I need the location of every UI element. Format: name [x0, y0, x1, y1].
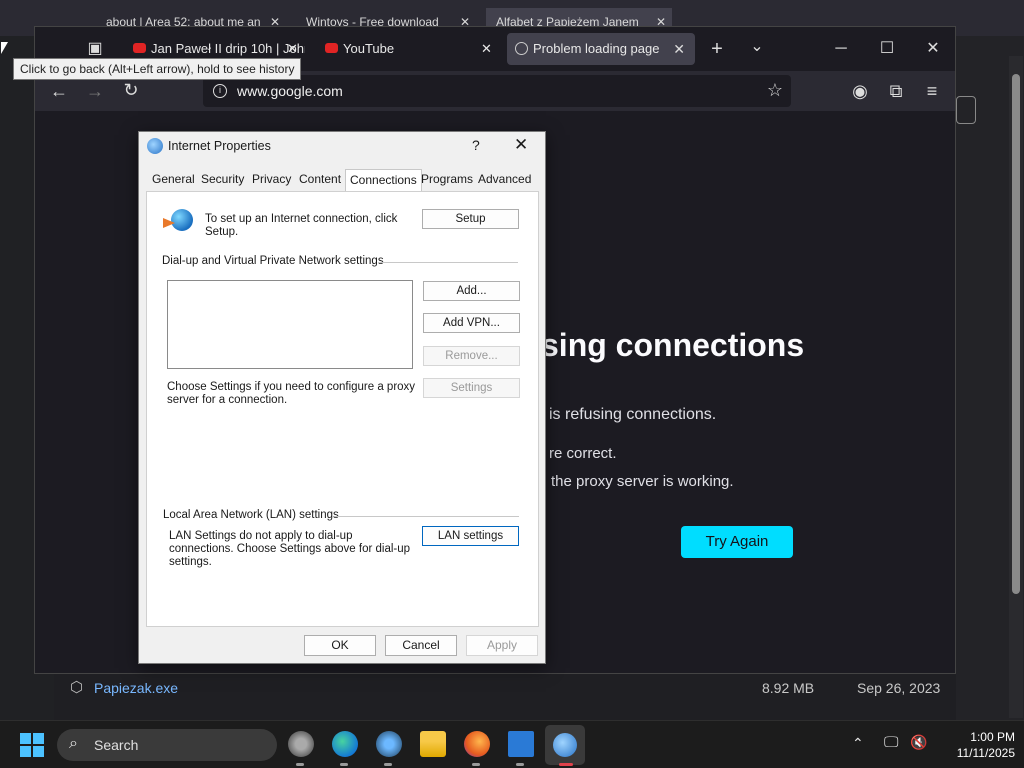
error-hint-1: re correct. [549, 445, 617, 462]
info-icon [515, 42, 528, 55]
tab-programs[interactable]: Programs [421, 172, 473, 186]
tab-close-icon[interactable]: ✕ [481, 33, 492, 65]
maximize-button[interactable]: ☐ [877, 39, 897, 59]
tab-close-icon[interactable]: ✕ [673, 33, 685, 65]
ok-button[interactable]: OK [304, 635, 376, 656]
search-icon: ⌕ [69, 735, 78, 752]
back-arrow-icon[interactable]: ← [49, 81, 69, 101]
download-file-date: Sep 26, 2023 [857, 680, 941, 696]
connections-listbox[interactable] [167, 280, 413, 369]
taskbar: ⌕ Search ⌃ 🖵 🔇 1:00 PM 11/11/2025 [0, 720, 1024, 768]
system-clock[interactable]: 1:00 PM 11/11/2025 [945, 729, 1015, 761]
globe-connection-icon [163, 209, 193, 235]
setup-description: To set up an Internet connection, click … [205, 213, 398, 238]
mouse-cursor-icon [1, 42, 8, 54]
tab-problem-loading[interactable]: Problem loading page ✕ [507, 33, 695, 65]
settings-gear-icon[interactable] [288, 731, 314, 757]
running-indicator [516, 763, 524, 766]
tab-content[interactable]: Content [299, 172, 341, 186]
bookmark-star-icon[interactable]: ☆ [767, 80, 783, 101]
package-icon: ⬡ [70, 679, 84, 696]
settings-button[interactable]: Settings [423, 378, 520, 398]
try-again-button[interactable]: Try Again [681, 526, 793, 558]
account-icon[interactable]: ◉ [849, 81, 871, 101]
page-scrollbar[interactable] [1009, 56, 1023, 718]
tab-list-button[interactable]: ⌄ [747, 37, 767, 57]
control-panel-icon[interactable] [376, 731, 402, 757]
dialog-title: Internet Properties [168, 139, 271, 153]
extensions-icon[interactable]: ⧉ [885, 81, 907, 101]
section-divider [335, 516, 519, 517]
site-info-icon[interactable]: i [213, 84, 227, 98]
back-button-tooltip: Click to go back (Alt+Left arrow), hold … [13, 58, 302, 80]
tab-label: Jan Paweł II drip 10h | John [151, 41, 305, 56]
running-indicator [340, 763, 348, 766]
download-row[interactable]: ⬡ Papiezak.exe 8.92 MB Sep 26, 2023 [54, 675, 954, 703]
tab-label: YouTube [343, 41, 395, 56]
internet-options-icon [147, 138, 163, 154]
add-button[interactable]: Add... [423, 281, 520, 301]
forward-arrow-icon[interactable]: → [85, 81, 105, 101]
menu-icon[interactable]: ≡ [921, 81, 943, 101]
firefox-icon[interactable] [464, 731, 490, 757]
error-hint-2: the proxy server is working. [551, 473, 734, 490]
lan-section-label: Local Area Network (LAN) settings [163, 509, 339, 521]
youtube-icon [325, 43, 338, 53]
lan-description: LAN Settings do not apply to dial-up con… [169, 530, 411, 568]
tab-label: Problem loading page [533, 41, 660, 56]
remove-button[interactable]: Remove... [423, 346, 520, 366]
reload-icon[interactable]: ↻ [121, 80, 141, 100]
clock-time: 1:00 PM [970, 730, 1015, 744]
setup-button[interactable]: Setup [422, 209, 519, 229]
scrollbar-thumb[interactable] [1012, 74, 1020, 594]
running-indicator [472, 763, 480, 766]
connections-panel: To set up an Internet connection, click … [146, 191, 539, 627]
download-file-name[interactable]: Papiezak.exe [94, 680, 178, 696]
tab-youtube[interactable]: YouTube [317, 33, 487, 65]
dialog-tabs: General Security Privacy Content Connect… [146, 169, 539, 192]
youtube-icon [133, 43, 146, 53]
running-indicator [384, 763, 392, 766]
add-vpn-button[interactable]: Add VPN... [423, 313, 520, 333]
cancel-button[interactable]: Cancel [385, 635, 457, 656]
dialog-close-button[interactable]: ✕ [514, 135, 528, 155]
tab-privacy[interactable]: Privacy [252, 172, 291, 186]
minimize-button[interactable]: ─ [831, 39, 851, 59]
proxy-description: Choose Settings if you need to configure… [167, 381, 416, 406]
lan-settings-button[interactable]: LAN settings [422, 526, 519, 546]
internet-options-taskbar-button[interactable] [545, 725, 585, 765]
internet-properties-dialog: Internet Properties ? ✕ General Security… [138, 131, 546, 664]
download-file-size: 8.92 MB [762, 680, 815, 696]
tab-overview-icon[interactable]: ▣ [85, 39, 105, 59]
dialup-section-label: Dial-up and Virtual Private Network sett… [162, 255, 384, 267]
volume-muted-icon[interactable]: 🔇 [910, 734, 927, 751]
error-title: sing connections [541, 327, 805, 363]
internet-options-icon [553, 733, 577, 757]
network-icon[interactable]: 🖵 [884, 734, 898, 751]
close-window-button[interactable]: ✕ [923, 39, 943, 59]
tab-advanced[interactable]: Advanced [478, 172, 531, 186]
help-button[interactable]: ? [472, 137, 480, 153]
search-label: Search [94, 737, 139, 753]
start-button[interactable] [20, 733, 44, 757]
clock-date: 11/11/2025 [956, 746, 1015, 760]
apply-button[interactable]: Apply [466, 635, 538, 656]
tab-general[interactable]: General [152, 172, 195, 186]
background-download-list: ⬡ Papiezak.exe 8.92 MB Sep 26, 2023 [54, 670, 956, 720]
tab-connections[interactable]: Connections [345, 169, 422, 192]
active-indicator [559, 763, 573, 766]
section-divider [378, 262, 518, 263]
file-explorer-icon[interactable] [420, 731, 446, 757]
taskbar-search[interactable]: ⌕ Search [57, 729, 277, 761]
background-menu-icon[interactable] [956, 96, 976, 124]
url-text[interactable]: www.google.com [237, 83, 343, 99]
show-hidden-icons-chevron-icon[interactable]: ⌃ [852, 735, 864, 752]
error-description: is refusing connections. [549, 406, 717, 423]
tab-security[interactable]: Security [201, 172, 244, 186]
edge-browser-icon[interactable] [332, 731, 358, 757]
new-tab-button[interactable]: + [707, 39, 727, 59]
store-window-icon[interactable] [508, 731, 534, 757]
running-indicator [296, 763, 304, 766]
